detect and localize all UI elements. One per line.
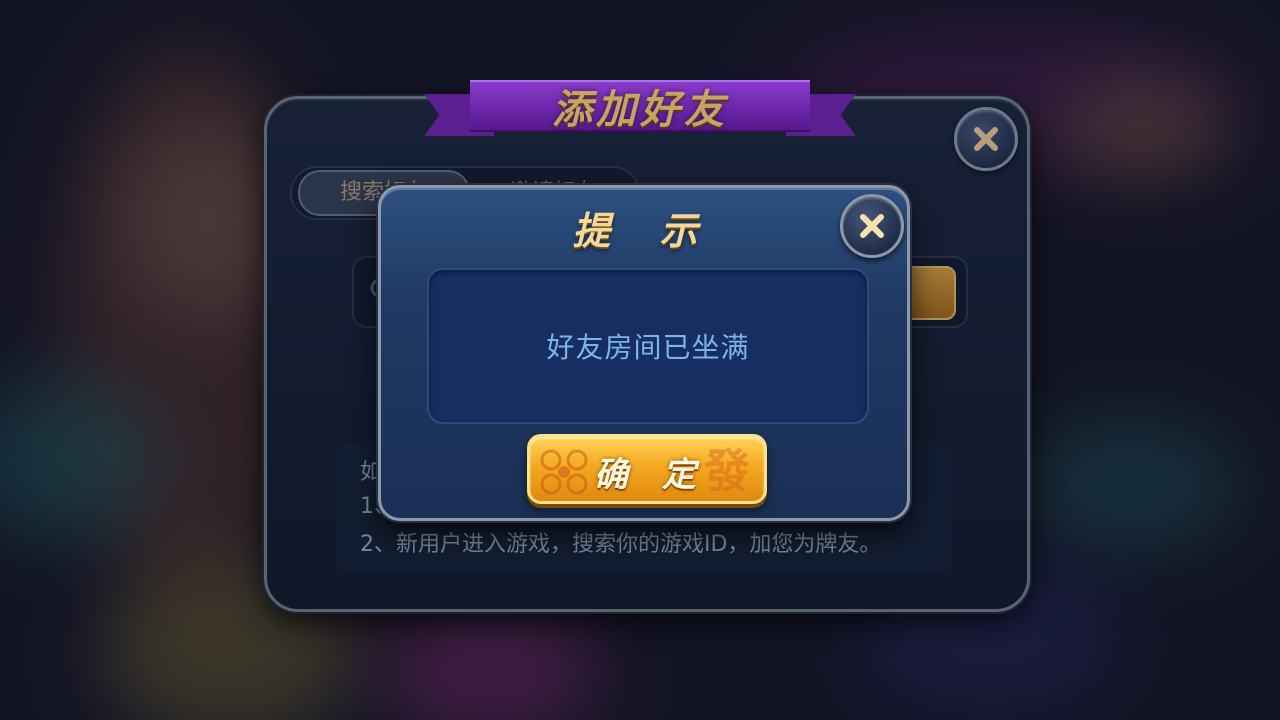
close-icon (860, 214, 884, 238)
confirm-label: 确定 (594, 455, 730, 495)
dialog-close-button[interactable] (840, 194, 904, 258)
message-box: 好友房间已坐满 (427, 268, 869, 424)
dialog-message: 好友房间已坐满 (546, 331, 750, 364)
hint-dialog: 提 示 好友房间已坐满 發 确定 (378, 185, 910, 521)
dialog-title: 提 示 (572, 208, 716, 253)
confirm-button[interactable]: 發 确定 (527, 434, 767, 504)
